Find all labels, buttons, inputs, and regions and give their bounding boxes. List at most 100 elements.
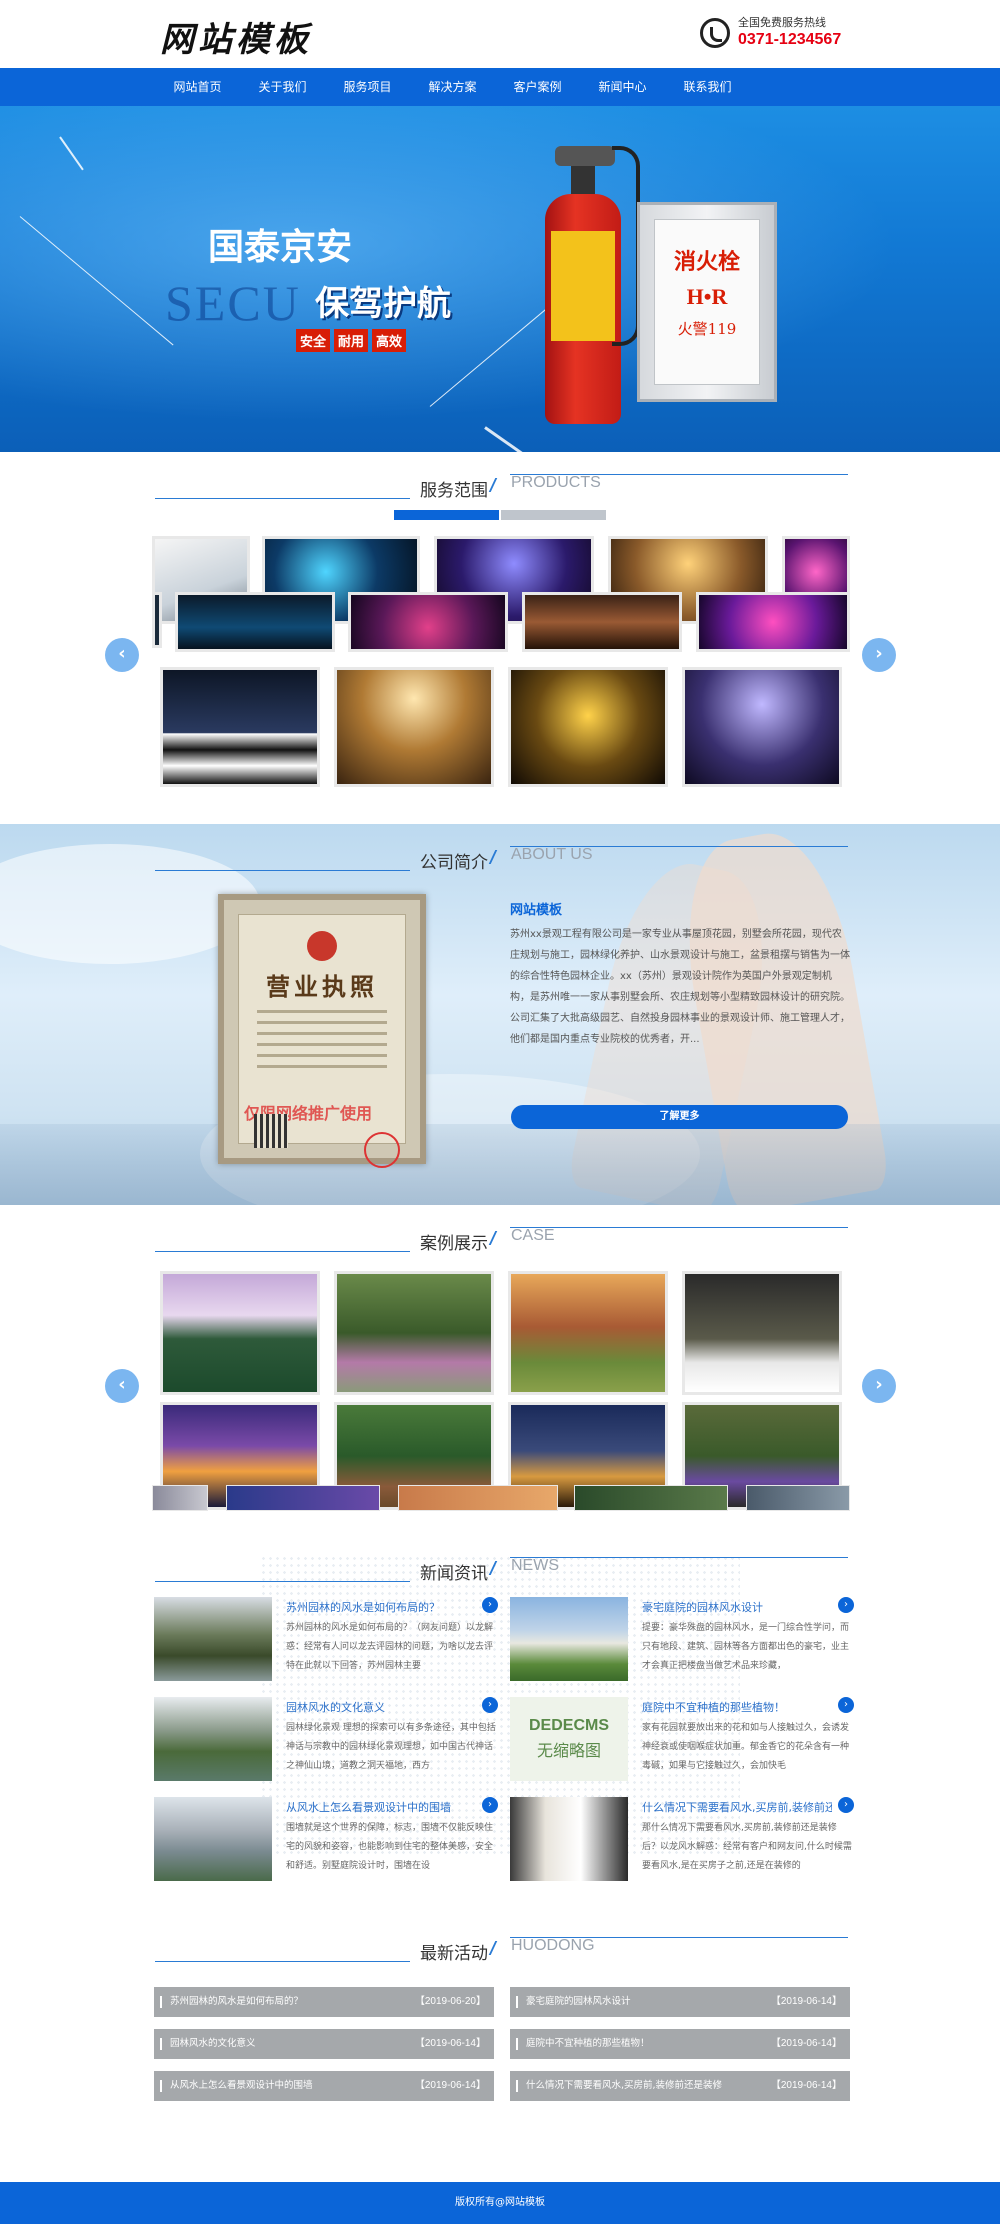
arrow-right-icon[interactable]: › <box>838 1597 854 1613</box>
activity-row[interactable]: 庭院中不宜种植的那些植物！ 【2019-06-14】 <box>510 2029 850 2059</box>
activity-title[interactable]: 豪宅庭院的园林风水设计 <box>526 1987 766 2017</box>
news-desc: 园林绿化景观 理想的探索可以有多条途径，其中包括神话与宗教中的园林绿化景观理想，… <box>286 1723 496 1771</box>
nav-item-home[interactable]: 网站首页 <box>155 68 240 106</box>
section-title-en: ABOUT US <box>511 846 593 863</box>
activity-title[interactable]: 庭院中不宜种植的那些植物！ <box>526 2029 766 2059</box>
activity-title[interactable]: 从风水上怎么看景观设计中的围墙 <box>170 2071 410 2101</box>
business-license-image: 营业执照 仅限网络推广使用 <box>218 894 426 1168</box>
news-thumb[interactable] <box>510 1797 628 1881</box>
product-tab-active[interactable] <box>394 510 499 520</box>
product-thumb[interactable] <box>348 592 508 652</box>
activity-row[interactable]: 从风水上怎么看景观设计中的围墙 【2019-06-14】 <box>154 2071 494 2101</box>
nav-item-about[interactable]: 关于我们 <box>240 68 325 106</box>
case-thumb[interactable] <box>746 1485 850 1511</box>
case-thumb[interactable] <box>160 1271 320 1395</box>
news-thumb[interactable] <box>154 1697 272 1781</box>
nav-item-news[interactable]: 新闻中心 <box>580 68 665 106</box>
national-emblem-icon <box>307 931 337 961</box>
section-title-cn: 新闻资讯 <box>420 1564 488 1584</box>
site-footer: 版权所有@网站模板 <box>0 2182 1000 2224</box>
site-logo[interactable]: 网站模板 <box>160 12 312 61</box>
nav-item-contact[interactable]: 联系我们 <box>665 68 750 106</box>
arrow-right-icon[interactable]: › <box>838 1797 854 1813</box>
news-thumb-placeholder[interactable]: DEDECMS 无缩略图 <box>510 1697 628 1781</box>
news-desc: 家有花园就要放出来的花和如与人接触过久，会诱发神经衰或使咽喉症状加重。郁金香它的… <box>642 1723 850 1771</box>
news-item[interactable]: 什么情况下需要看风水,买房前,装修前还... › 那什么情况下需要看风水,买房前… <box>510 1797 858 1883</box>
next-arrow-icon[interactable]: › <box>862 1369 896 1403</box>
news-thumb[interactable] <box>510 1597 628 1681</box>
cabinet-sub: 火警119 <box>677 320 737 338</box>
activity-title[interactable]: 什么情况下需要看风水,买房前,装修前还是装修 <box>526 2071 766 2101</box>
product-tabs <box>394 510 606 520</box>
next-arrow-icon[interactable]: › <box>862 638 896 672</box>
learn-more-button[interactable]: 了解更多 <box>511 1105 848 1129</box>
nav-item-solutions[interactable]: 解决方案 <box>410 68 495 106</box>
activity-date: 【2019-06-14】 <box>414 2038 486 2049</box>
news-thumb[interactable] <box>154 1597 272 1681</box>
activity-title[interactable]: 苏州园林的风水是如何布局的？ <box>170 1987 410 2017</box>
news-title[interactable]: 什么情况下需要看风水,买房前,装修前还... <box>642 1799 832 1815</box>
case-thumb[interactable] <box>226 1485 380 1511</box>
phone-icon <box>700 18 730 48</box>
news-title[interactable]: 庭院中不宜种植的那些植物！ <box>642 1699 832 1715</box>
news-title[interactable]: 豪宅庭院的园林风水设计 <box>642 1599 832 1615</box>
cabinet-title: 消火栓 <box>673 249 740 275</box>
arrow-right-icon[interactable]: › <box>838 1697 854 1713</box>
product-thumb[interactable] <box>334 667 494 787</box>
news-title[interactable]: 从风水上怎么看景观设计中的围墙 <box>286 1799 476 1815</box>
cabinet-hr: H•R <box>686 284 728 309</box>
product-tab[interactable] <box>501 510 606 520</box>
news-title[interactable]: 园林风水的文化意义 <box>286 1699 476 1715</box>
case-thumb[interactable] <box>398 1485 558 1511</box>
news-item[interactable]: DEDECMS 无缩略图 庭院中不宜种植的那些植物！ › 家有花园就要放出来的花… <box>510 1697 858 1783</box>
case-thumb[interactable] <box>682 1271 842 1395</box>
banner-tag: 耐用 <box>334 329 369 352</box>
arrow-right-icon[interactable]: › <box>482 1797 498 1813</box>
nav-item-services[interactable]: 服务项目 <box>325 68 410 106</box>
news-desc: 提要：豪华殊盘的园林风水，是一门综合性学问，而只有地段、建筑、园林等各方面都出色… <box>642 1623 850 1671</box>
placeholder-title: DEDECMS <box>528 1717 609 1734</box>
case-thumb[interactable] <box>574 1485 728 1511</box>
product-thumb[interactable] <box>508 667 668 787</box>
nav-item-cases[interactable]: 客户案例 <box>495 68 580 106</box>
activity-row[interactable]: 苏州园林的风水是如何布局的？ 【2019-06-20】 <box>154 1987 494 2017</box>
product-thumb[interactable] <box>682 667 842 787</box>
placeholder-sub: 无缩略图 <box>536 1741 601 1760</box>
hotline-number: 0371-1234567 <box>738 31 842 48</box>
banner-title: 国泰京安 <box>208 226 353 268</box>
copyright-text: 版权所有@网站模板 <box>455 2197 545 2208</box>
prev-arrow-icon[interactable]: ‹ <box>105 1369 139 1403</box>
news-title[interactable]: 苏州园林的风水是如何布局的？ <box>286 1599 476 1615</box>
prev-arrow-icon[interactable]: ‹ <box>105 638 139 672</box>
case-thumb[interactable] <box>334 1271 494 1395</box>
news-item[interactable]: 豪宅庭院的园林风水设计 › 提要：豪华殊盘的园林风水，是一门综合性学问，而只有地… <box>510 1597 858 1683</box>
news-thumb[interactable] <box>154 1797 272 1881</box>
activity-row[interactable]: 什么情况下需要看风水,买房前,装修前还是装修 【2019-06-14】 <box>510 2071 850 2101</box>
product-thumb[interactable] <box>696 592 850 652</box>
activity-title[interactable]: 园林风水的文化意义 <box>170 2029 410 2059</box>
section-title: 服务范围 PRODUCTS <box>0 452 1000 502</box>
news-item[interactable]: 从风水上怎么看景观设计中的围墙 › 围墙就是这个世界的保障，标志，围墙不仅能反映… <box>154 1797 502 1883</box>
city-skyline <box>0 1124 1000 1205</box>
products-section: 服务范围 PRODUCTS ‹ › <box>0 452 1000 824</box>
product-thumb[interactable] <box>152 592 162 648</box>
seal-icon <box>364 1132 400 1168</box>
case-thumb[interactable] <box>152 1485 208 1511</box>
activity-row[interactable]: 豪宅庭院的园林风水设计 【2019-06-14】 <box>510 1987 850 2017</box>
qr-code-icon <box>254 1114 288 1148</box>
case-section: 案例展示 CASE ‹ › <box>0 1205 1000 1535</box>
arrow-right-icon[interactable]: › <box>482 1697 498 1713</box>
case-thumb[interactable] <box>508 1271 668 1395</box>
news-item[interactable]: 园林风水的文化意义 › 园林绿化景观 理想的探索可以有多条途径，其中包括神话与宗… <box>154 1697 502 1783</box>
banner-glow <box>0 106 1000 452</box>
section-title-en: PRODUCTS <box>511 474 601 491</box>
product-thumb[interactable] <box>522 592 682 652</box>
product-thumb[interactable] <box>160 667 320 787</box>
arrow-right-icon[interactable]: › <box>482 1597 498 1613</box>
news-item[interactable]: 苏州园林的风水是如何布局的？ › 苏州园林的风水是如何布局的？（网友问题）以龙解… <box>154 1597 502 1683</box>
section-title: 案例展示 CASE <box>0 1205 1000 1255</box>
site-header: 网站模板 全国免费服务热线 0371-1234567 <box>0 0 1000 68</box>
activity-row[interactable]: 园林风水的文化意义 【2019-06-14】 <box>154 2029 494 2059</box>
hero-banner[interactable]: 国泰京安 SECU 保驾护航 安全 耐用 高效 消火栓 H•R 火警119 <box>0 106 1000 452</box>
product-thumb[interactable] <box>175 592 335 652</box>
